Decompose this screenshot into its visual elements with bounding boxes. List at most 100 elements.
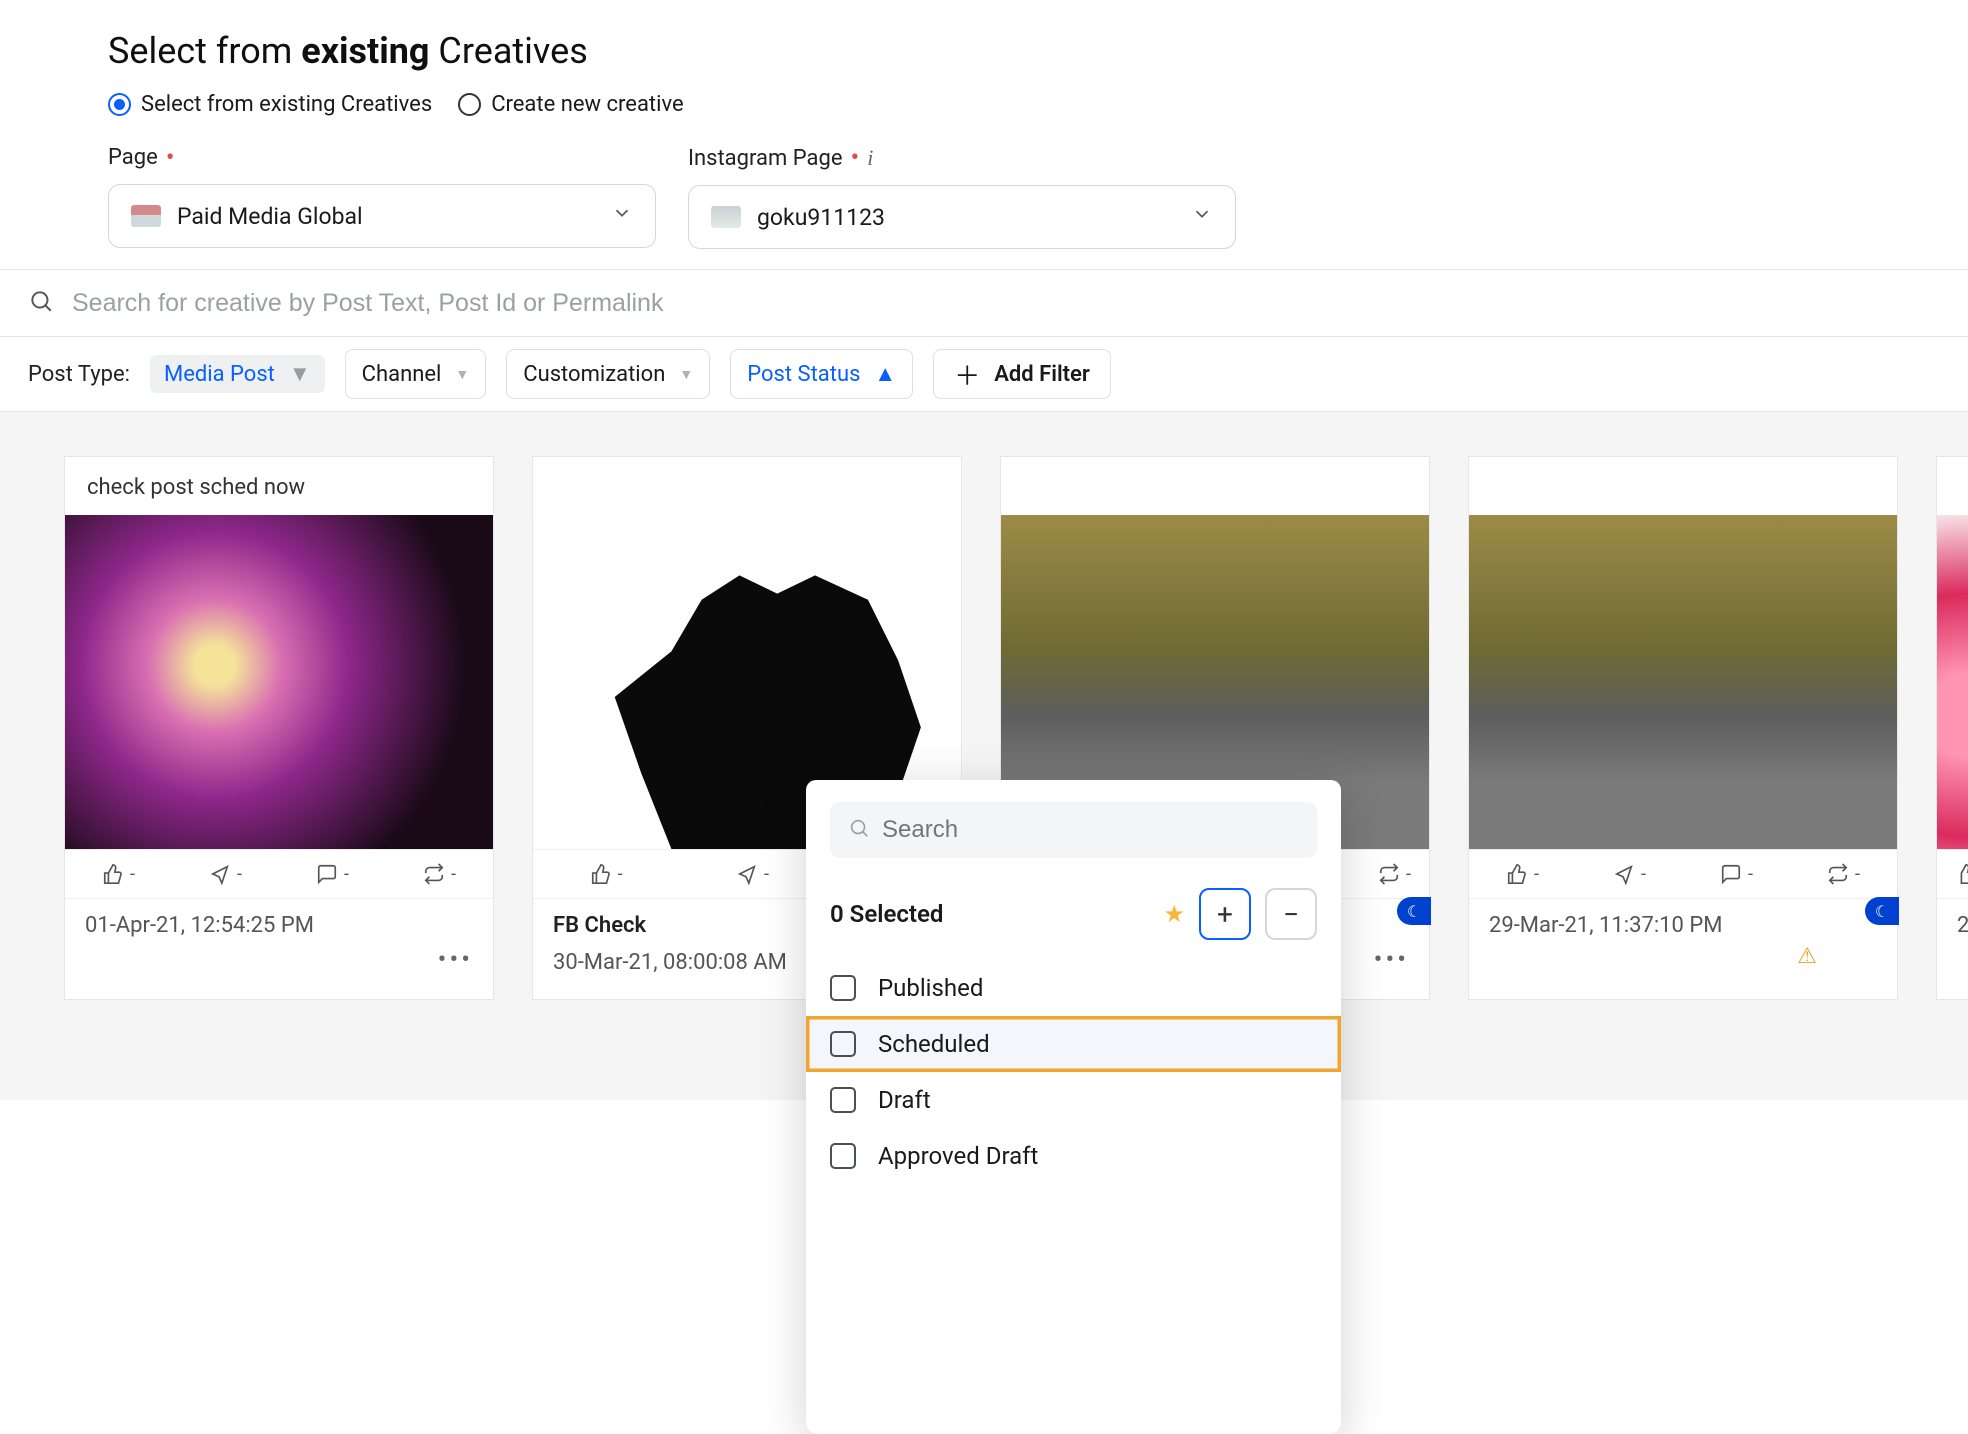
card-stats: [1937, 849, 1968, 899]
like-stat: [1955, 863, 1968, 885]
card-date: 01-Apr-21, 12:54:25 PM: [85, 913, 314, 938]
radio-select-existing[interactable]: Select from existing Creatives: [108, 92, 432, 117]
search-input[interactable]: [72, 289, 1940, 318]
repost-stat: -: [1827, 863, 1860, 885]
status-option-approved-draft[interactable]: Approved Draft: [806, 1128, 1341, 1184]
comment-stat: -: [316, 863, 349, 885]
card-caption: [1937, 457, 1968, 515]
instagram-field-label: Instagram Page: [688, 146, 843, 171]
post-status-filter-label: Post Status: [747, 362, 860, 387]
title-bold: existing: [301, 30, 429, 72]
page-thumbnail: [131, 205, 161, 227]
radio-create-new[interactable]: Create new creative: [458, 92, 683, 117]
post-status-filter[interactable]: Post Status ▲: [730, 349, 913, 399]
instagram-field: Instagram Page • i goku911123: [688, 145, 1236, 249]
page-field-label: Page: [108, 145, 158, 170]
header-section: Select from existing Creatives Select fr…: [0, 0, 1968, 269]
checkbox-icon: [830, 1031, 856, 1057]
page-select[interactable]: Paid Media Global: [108, 184, 656, 248]
card-image: [1469, 515, 1897, 849]
channel-filter[interactable]: Channel ▼: [345, 349, 487, 399]
option-label: Scheduled: [878, 1030, 990, 1058]
post-type-label: Post Type:: [28, 362, 130, 387]
title-post: Creatives: [430, 30, 588, 72]
caret-down-icon: ▼: [289, 361, 311, 387]
customization-filter-label: Customization: [523, 362, 665, 387]
dropdown-header-row: 0 Selected ★ + −: [806, 880, 1341, 960]
post-type-chip[interactable]: Media Post ▼: [150, 355, 325, 393]
card-title: FB Check: [553, 913, 646, 938]
search-bar: [0, 269, 1968, 337]
dropdown-search[interactable]: [830, 802, 1317, 858]
card-stats: - - - -: [1469, 849, 1897, 899]
comment-stat: -: [1720, 863, 1753, 885]
radio-icon-unchecked: [458, 93, 481, 116]
page-select-value: Paid Media Global: [177, 203, 363, 230]
page-field: Page • Paid Media Global: [108, 145, 656, 249]
remove-selection-button[interactable]: −: [1265, 888, 1317, 940]
moon-badge-icon: ☾: [1865, 897, 1899, 925]
status-option-draft[interactable]: Draft: [806, 1072, 1341, 1128]
option-label: Published: [878, 974, 983, 1002]
like-stat: -: [1506, 863, 1539, 885]
chevron-down-icon: [611, 202, 633, 230]
chevron-down-icon: [1191, 203, 1213, 231]
instagram-field-label-row: Instagram Page • i: [688, 145, 1236, 171]
card-caption: check post sched now: [65, 457, 493, 515]
creative-card-partial[interactable]: 29-: [1936, 456, 1968, 1000]
search-icon: [848, 817, 870, 843]
star-icon[interactable]: ★: [1163, 900, 1185, 928]
card-date: 30-Mar-21, 08:00:08 AM: [553, 950, 787, 975]
moon-badge-icon: ☾: [1397, 897, 1431, 925]
radio-create-label: Create new creative: [491, 92, 683, 117]
more-icon[interactable]: •••: [438, 945, 473, 975]
caret-up-icon: ▲: [874, 361, 896, 387]
radio-icon-checked: [108, 93, 131, 116]
add-filter-button[interactable]: ＋ Add Filter: [933, 349, 1111, 399]
share-stat: -: [1613, 863, 1646, 885]
instagram-thumbnail: [711, 206, 741, 228]
dropdown-actions: ★ + −: [1163, 888, 1317, 940]
radio-existing-label: Select from existing Creatives: [141, 92, 432, 117]
card-date: 29-: [1957, 913, 1968, 938]
caret-down-icon: ▼: [679, 366, 693, 383]
info-icon[interactable]: i: [867, 145, 873, 171]
channel-filter-label: Channel: [362, 362, 442, 387]
card-image: [65, 515, 493, 849]
card-footer: 01-Apr-21, 12:54:25 PM •••: [65, 899, 493, 999]
add-selection-button[interactable]: +: [1199, 888, 1251, 940]
option-label: Approved Draft: [878, 1142, 1038, 1170]
dropdown-search-input[interactable]: [882, 816, 1299, 844]
checkbox-icon: [830, 1087, 856, 1113]
plus-icon: ＋: [954, 356, 980, 393]
radio-group: Select from existing Creatives Create ne…: [108, 92, 1860, 117]
customization-filter[interactable]: Customization ▼: [506, 349, 710, 399]
checkbox-icon: [830, 1143, 856, 1169]
warning-icon: ⚠: [1797, 944, 1817, 969]
repost-stat: -: [423, 863, 456, 885]
filter-bar: Post Type: Media Post ▼ Channel ▼ Custom…: [0, 337, 1968, 412]
repost-stat: -: [1378, 863, 1411, 885]
status-option-scheduled[interactable]: Scheduled: [806, 1016, 1341, 1072]
option-label: Draft: [878, 1086, 931, 1114]
more-icon[interactable]: •••: [1374, 945, 1409, 975]
page-title: Select from existing Creatives: [108, 30, 1860, 72]
card-caption: [533, 457, 961, 515]
card-caption: [1469, 457, 1897, 515]
share-stat: -: [209, 863, 242, 885]
creative-card[interactable]: check post sched now - - - - 01-Apr-21, …: [64, 456, 494, 1000]
like-stat: -: [102, 863, 135, 885]
page-field-label-row: Page •: [108, 145, 656, 170]
title-pre: Select from: [108, 30, 301, 72]
instagram-select-value: goku911123: [757, 204, 885, 231]
like-stat: -: [590, 863, 623, 885]
card-date: 29-Mar-21, 11:37:10 PM: [1489, 913, 1722, 938]
status-option-published[interactable]: Published: [806, 960, 1341, 1016]
post-type-value: Media Post: [164, 362, 275, 387]
card-stats: - - - -: [65, 849, 493, 899]
creative-card[interactable]: - - - - ☾ 29-Mar-21, 11:37:10 PM ⚠: [1468, 456, 1898, 1000]
add-filter-label: Add Filter: [994, 362, 1090, 387]
instagram-select[interactable]: goku911123: [688, 185, 1236, 249]
field-row: Page • Paid Media Global Instagram Page …: [108, 145, 1860, 249]
share-stat: -: [736, 863, 769, 885]
